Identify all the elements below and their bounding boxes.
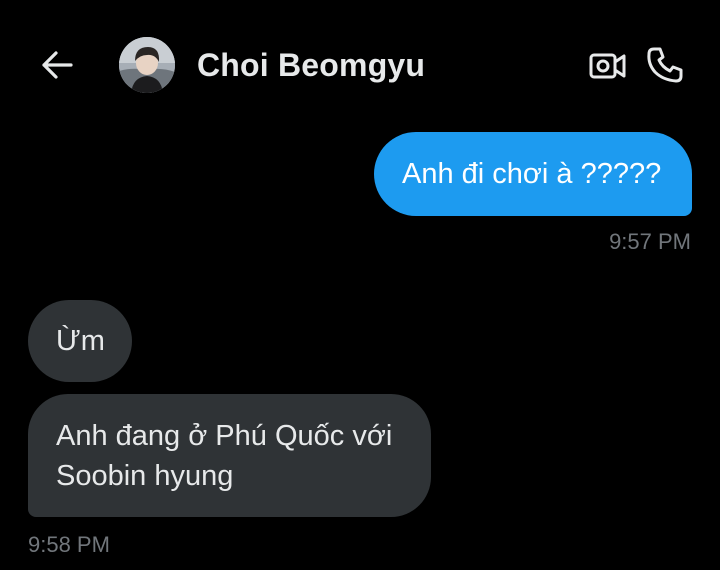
conversation-title: Choi Beomgyu <box>197 47 426 83</box>
video-call-button[interactable] <box>586 44 630 88</box>
avatar[interactable] <box>119 37 175 93</box>
arrow-left-icon <box>42 51 73 79</box>
incoming-message-bubble[interactable]: Anh đang ở Phú Quốc với Soobin hyung <box>28 394 431 517</box>
outgoing-message-bubble[interactable]: Anh đi chơi à ????? <box>374 132 692 216</box>
profile-photo <box>119 37 175 93</box>
conversation-header: Choi Beomgyu <box>0 0 720 130</box>
video-camera-icon <box>589 53 626 79</box>
phone-icon <box>647 47 683 83</box>
voice-call-button[interactable] <box>642 42 688 88</box>
incoming-message-bubble[interactable]: Ừm <box>28 300 132 382</box>
back-button[interactable] <box>38 46 76 84</box>
message-timestamp: 9:57 PM <box>609 229 691 254</box>
message-timestamp: 9:58 PM <box>28 532 110 557</box>
